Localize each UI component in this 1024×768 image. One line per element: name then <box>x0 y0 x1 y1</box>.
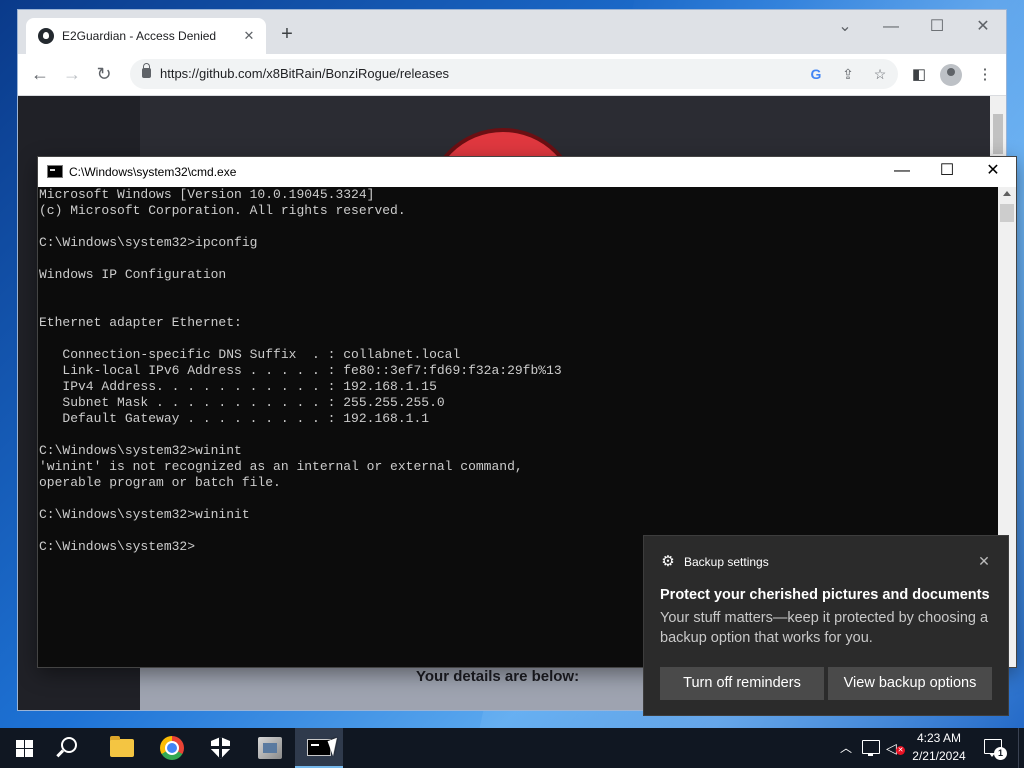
gear-icon: ⚙ <box>661 553 675 570</box>
cmd-scrollbar-thumb[interactable] <box>1000 204 1014 222</box>
reload-icon[interactable]: ↻ <box>92 63 116 87</box>
scroll-up-icon[interactable] <box>1003 191 1011 196</box>
backup-notification[interactable]: ⚙ Backup settings ✕ Protect your cherish… <box>644 536 1008 715</box>
browser-toolbar: ← → ↻ https://github.com/x8BitRain/Bonzi… <box>18 54 1006 96</box>
console-line: Default Gateway . . . . . . . . . : 192.… <box>39 411 430 426</box>
console-line: IPv4 Address. . . . . . . . . . . : 192.… <box>39 379 437 394</box>
notification-app-name: Backup settings <box>684 555 769 569</box>
cmd-maximize-icon[interactable]: ☐ <box>924 157 970 187</box>
back-icon[interactable]: ← <box>28 63 52 87</box>
folder-icon <box>110 736 134 757</box>
taskbar-security[interactable] <box>197 728 245 768</box>
share-icon[interactable]: ⇪ <box>837 63 859 85</box>
cmd-output: Microsoft Windows [Version 10.0.19045.33… <box>39 187 998 555</box>
tab-title: E2Guardian - Access Denied <box>62 29 217 43</box>
clock-time[interactable]: 4:23 AM <box>904 731 974 745</box>
console-line: Windows IP Configuration <box>39 267 227 282</box>
chrome-icon <box>160 736 184 760</box>
notification-body: Your stuff matters—keep it protected by … <box>660 610 989 646</box>
tab-close-icon[interactable]: ✕ <box>240 27 258 45</box>
scrollbar-thumb[interactable] <box>993 114 1003 154</box>
console-line: Ethernet adapter Ethernet: <box>39 315 242 330</box>
clock-date[interactable]: 2/21/2024 <box>904 749 974 763</box>
volume-muted-icon[interactable]: ◁ ✕ <box>886 740 905 756</box>
forward-icon[interactable]: → <box>60 63 84 87</box>
taskbar-app[interactable] <box>246 728 294 768</box>
console-line: C:\Windows\system32>ipconfig <box>39 235 258 250</box>
notification-close-icon[interactable]: ✕ <box>976 553 992 569</box>
console-line: Connection-specific DNS Suffix . : colla… <box>39 347 461 362</box>
turn-off-reminders-button[interactable]: Turn off reminders <box>660 667 824 700</box>
network-icon[interactable] <box>862 740 880 756</box>
search-button[interactable] <box>48 728 96 768</box>
start-button[interactable] <box>0 728 48 768</box>
tab-search-icon[interactable]: ⌄ <box>822 14 868 42</box>
cmd-close-icon[interactable]: ✕ <box>970 157 1016 187</box>
app-window-icon <box>258 737 282 759</box>
taskbar: ︿ ◁ ✕ 4:23 AM 2/21/2024 1 <box>0 728 1024 768</box>
windows-logo-icon <box>16 740 33 757</box>
new-tab-button[interactable]: + <box>276 24 298 46</box>
tray-overflow-chevron-icon[interactable]: ︿ <box>838 740 854 756</box>
show-desktop-button[interactable] <box>1018 728 1024 768</box>
minimize-icon[interactable]: — <box>868 14 914 42</box>
notification-count-badge: 1 <box>994 747 1007 760</box>
shield-icon <box>211 737 230 759</box>
github-icon <box>38 28 54 44</box>
address-bar[interactable]: https://github.com/x8BitRain/BonziRogue/… <box>130 59 898 89</box>
url-text[interactable]: https://github.com/x8BitRain/BonziRogue/… <box>160 66 449 81</box>
details-heading: Your details are below: <box>416 668 580 685</box>
menu-kebab-icon[interactable]: ⋮ <box>974 64 996 86</box>
console-line: Subnet Mask . . . . . . . . . . . : 255.… <box>39 395 445 410</box>
view-backup-options-button[interactable]: View backup options <box>828 667 992 700</box>
cmd-title: C:\Windows\system32\cmd.exe <box>69 165 237 179</box>
side-panel-icon[interactable]: ◧ <box>908 64 930 86</box>
bookmark-star-icon[interactable]: ☆ <box>869 63 891 85</box>
console-line: operable program or batch file. <box>39 475 281 490</box>
cmd-minimize-icon[interactable]: — <box>879 157 925 187</box>
browser-tab-strip: E2Guardian - Access Denied ✕ + ⌄ — ☐ ✕ <box>18 10 1006 54</box>
taskbar-file-explorer[interactable] <box>98 728 146 768</box>
console-line: Microsoft Windows [Version 10.0.19045.33… <box>39 187 375 202</box>
console-line: 'winint' is not recognized as an interna… <box>39 459 523 474</box>
terminal-icon <box>47 165 63 178</box>
console-line: C:\Windows\system32>wininit <box>39 507 250 522</box>
lock-icon <box>142 63 151 78</box>
google-icon[interactable]: G <box>805 63 827 85</box>
browser-tab[interactable]: E2Guardian - Access Denied ✕ <box>26 18 266 54</box>
profile-avatar-icon[interactable] <box>940 64 962 86</box>
taskbar-chrome[interactable] <box>148 728 196 768</box>
console-line: Link-local IPv6 Address . . . . . : fe80… <box>39 363 562 378</box>
search-icon <box>61 737 77 753</box>
notification-heading: Protect your cherished pictures and docu… <box>660 587 990 603</box>
close-icon[interactable]: ✕ <box>960 14 1006 42</box>
console-line: C:\Windows\system32>winint <box>39 443 242 458</box>
console-line: (c) Microsoft Corporation. All rights re… <box>39 203 406 218</box>
cmd-titlebar[interactable]: C:\Windows\system32\cmd.exe — ☐ ✕ <box>38 157 1016 187</box>
maximize-icon[interactable]: ☐ <box>914 14 960 42</box>
